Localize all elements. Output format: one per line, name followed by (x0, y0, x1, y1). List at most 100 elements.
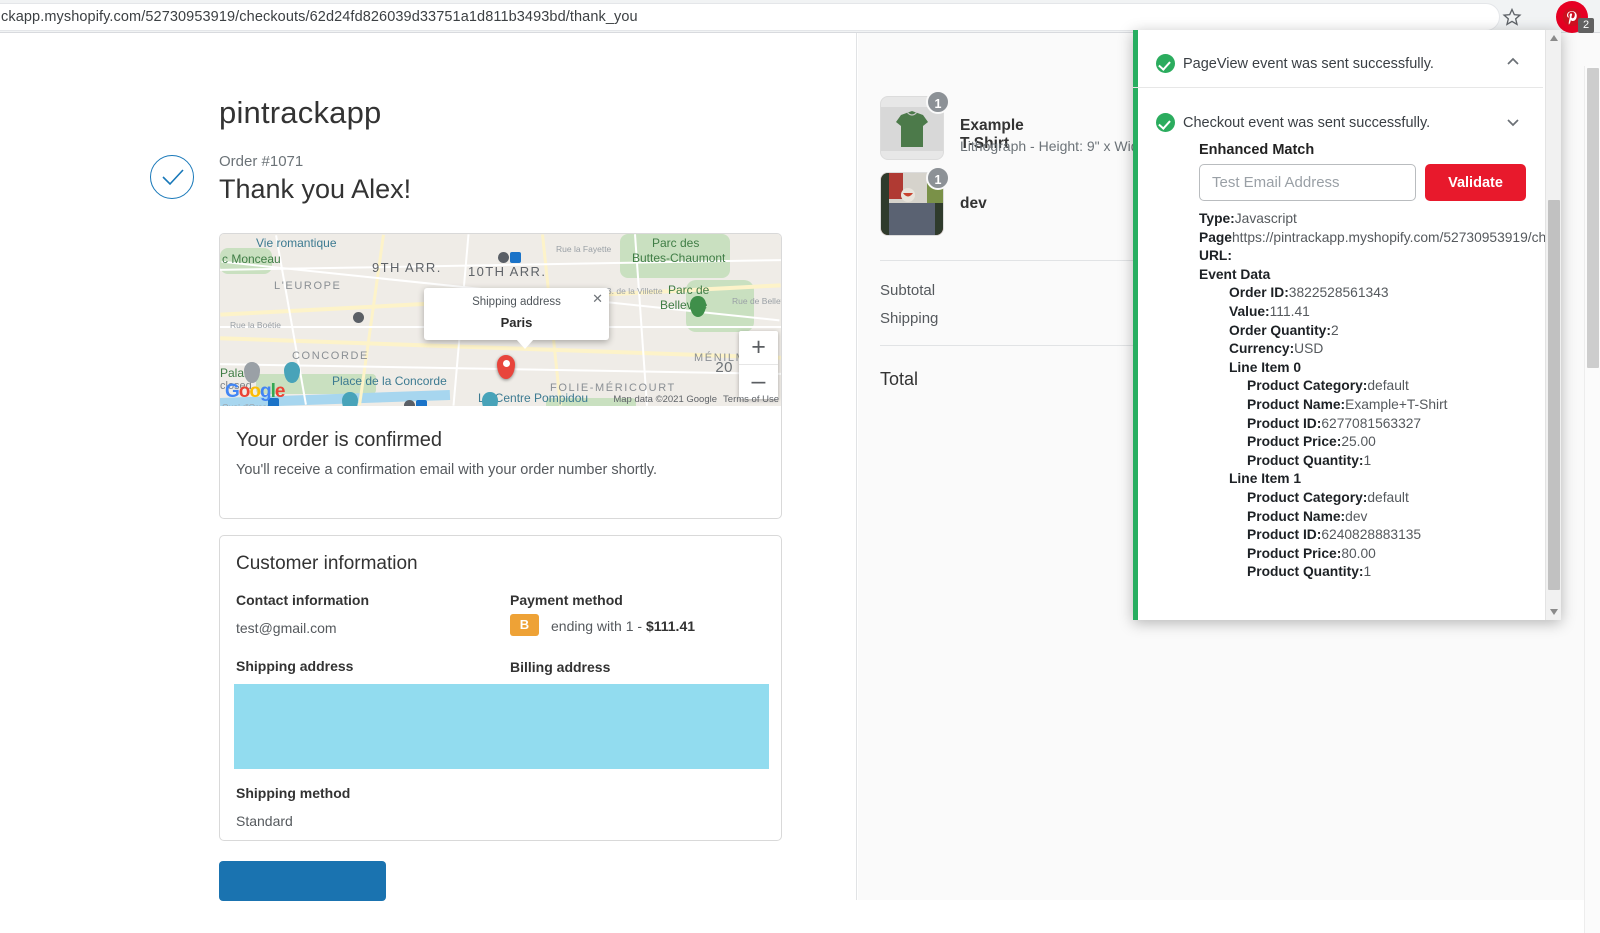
event-detail-line: Product Price:80.00 (1199, 545, 1561, 564)
item-quantity-badge: 1 (926, 166, 950, 190)
payment-method-label: Payment method (510, 592, 623, 608)
detail-value: 6277081563327 (1321, 415, 1422, 431)
order-confirmation-card: Vie romantique c Monceau 9TH ARR. 10TH ARR.… (219, 233, 782, 519)
map-info-window: Shipping address Paris ✕ (424, 288, 609, 349)
map-label: Vie romantique (256, 236, 337, 250)
detail-label: Product Quantity: (1247, 564, 1364, 580)
detail-label: Line Item 0 (1229, 359, 1302, 375)
continue-shopping-button[interactable] (219, 861, 386, 901)
detail-label: Event Data (1199, 266, 1271, 282)
map-transit-icon[interactable] (510, 252, 521, 263)
map-zoom-controls[interactable]: + – (739, 331, 778, 399)
detail-value: 80.00 (1341, 545, 1376, 561)
detail-value: 25.00 (1341, 434, 1376, 450)
event-detail-line: Currency:USD (1199, 340, 1561, 359)
info-window-title: Shipping address (472, 296, 561, 308)
item-quantity-badge: 1 (926, 90, 950, 114)
check-circle-icon (1156, 54, 1175, 73)
event-detail-line: Product Price:25.00 (1199, 433, 1561, 452)
detail-label: Product Category: (1247, 378, 1368, 394)
map-terms-link[interactable]: Terms of Use (723, 394, 779, 405)
map-zoom-in-button[interactable]: + (739, 331, 778, 365)
contact-information-value: test@gmail.com (236, 620, 337, 636)
extension-button[interactable]: 2 (1552, 0, 1594, 34)
map-transit-icon[interactable] (416, 400, 427, 406)
shipping-method-label: Shipping method (236, 785, 351, 801)
payment-method-value: ending with 1 - $111.41 (551, 618, 695, 634)
map-zoom-level: 20 (715, 359, 733, 376)
address-bar[interactable]: ckapp.myshopify.com/52730953919/checkout… (0, 3, 1500, 31)
map-transit-icon[interactable] (498, 252, 509, 263)
map-label: Rue la Boétie (230, 320, 282, 330)
browser-chrome: ckapp.myshopify.com/52730953919/checkout… (0, 0, 1600, 33)
detail-label: Order ID: (1229, 285, 1289, 301)
detail-label: Type: (1199, 211, 1235, 226)
page-scrollbar[interactable] (1584, 66, 1600, 933)
chevron-down-icon[interactable] (1505, 114, 1521, 130)
shipping-method-value: Standard (236, 813, 293, 829)
map-label: B. de la Villette (606, 286, 663, 296)
detail-value: 6240828883135 (1321, 527, 1422, 543)
detail-value: 111.41 (1269, 303, 1310, 319)
chevron-up-icon[interactable] (1505, 54, 1521, 70)
detail-label: Product Quantity: (1247, 452, 1364, 468)
billing-address-label: Billing address (510, 659, 611, 675)
shipping-address-map[interactable]: Vie romantique c Monceau 9TH ARR. 10TH ARR.… (220, 234, 781, 406)
thank-you-heading: Thank you Alex! (219, 174, 412, 204)
popup-scrollbar-thumb[interactable] (1548, 200, 1560, 590)
map-label: 10TH ARR. (468, 264, 547, 279)
event-detail-line: Type:Javascript (1199, 210, 1561, 229)
event-detail-line: Order ID:3822528561343 (1199, 284, 1561, 303)
extension-badge-count: 2 (1578, 18, 1594, 33)
map-transit-icon[interactable] (353, 312, 364, 323)
google-logo: Google (225, 381, 285, 402)
extension-popup: PageView event was sent successfully. Ch… (1133, 30, 1561, 620)
detail-label: Product ID: (1247, 527, 1322, 543)
url-text: ckapp.myshopify.com/52730953919/checkout… (1, 9, 638, 25)
map-poi-pin[interactable] (482, 392, 498, 406)
alert-accent-bar (1133, 30, 1138, 87)
page-scrollbar-thumb[interactable] (1587, 68, 1599, 368)
detail-value: 2 (1330, 322, 1339, 338)
scroll-down-arrow-icon[interactable] (1549, 609, 1558, 615)
map-label: Parc de (668, 283, 710, 297)
map-label: Buttes-Chaumont (632, 251, 726, 265)
map-label: 9TH ARR. (372, 260, 442, 275)
detail-value: 3822528561343 (1288, 285, 1389, 301)
detail-label: Product Price: (1247, 434, 1342, 450)
validate-button[interactable]: Validate (1425, 164, 1526, 201)
map-poi-pin[interactable] (342, 392, 358, 406)
alert-text: Checkout event was sent successfully. (1183, 115, 1431, 131)
bookmark-star-icon[interactable] (1502, 7, 1522, 27)
detail-value: 1 (1363, 452, 1372, 468)
scroll-up-arrow-icon[interactable] (1549, 35, 1558, 41)
event-detail-line: Product Name:Example+T-Shirt (1199, 396, 1561, 415)
test-email-input[interactable] (1199, 164, 1416, 201)
map-transit-icon[interactable] (404, 400, 415, 406)
detail-label: Product Price: (1247, 545, 1342, 561)
map-label: Parc des (652, 236, 700, 250)
detail-label: Product Name: (1247, 396, 1346, 412)
detail-label: URL: (1199, 248, 1232, 264)
payment-amount: $111.41 (645, 618, 696, 634)
checkout-main-column: pintrackapp Order #1071 Thank you Alex! (0, 33, 857, 901)
payment-gateway-icon: B (510, 614, 539, 636)
check-circle-icon (150, 155, 194, 199)
detail-label: Product ID: (1247, 415, 1322, 431)
map-label: L'EUROPE (274, 280, 342, 292)
close-icon[interactable]: ✕ (592, 291, 603, 307)
detail-label: Order Quantity: (1229, 322, 1331, 338)
customer-information-card: Customer information Contact information… (219, 535, 782, 841)
subtotal-label: Subtotal (880, 282, 936, 299)
map-label: Place de la Concorde (332, 374, 447, 388)
event-detail-line: Product ID:6277081563327 (1199, 415, 1561, 434)
alert-pageview[interactable]: PageView event was sent successfully. (1133, 30, 1543, 88)
popup-scrollbar[interactable] (1545, 30, 1561, 620)
contact-information-label: Contact information (236, 592, 369, 608)
event-details: Type:Javascript Pagehttps://pintrackapp.m… (1199, 210, 1561, 582)
detail-value: dev (1345, 508, 1368, 524)
info-window-value: Paris (500, 315, 533, 330)
detail-label: Value: (1229, 303, 1270, 319)
detail-label: Product Category: (1247, 489, 1368, 505)
event-detail-line: Product Quantity:1 (1199, 563, 1561, 582)
